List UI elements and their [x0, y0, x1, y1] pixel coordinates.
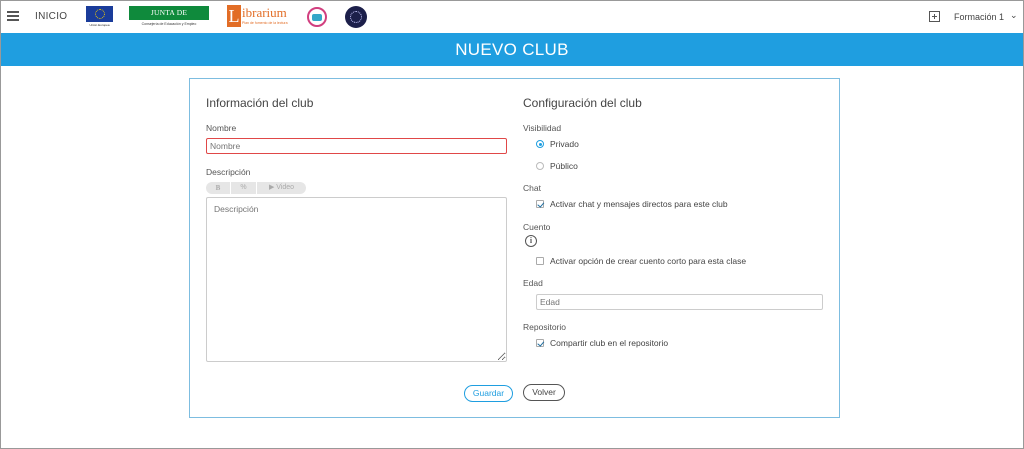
bold-icon[interactable]: B — [206, 182, 231, 194]
radio-private[interactable] — [536, 140, 544, 148]
menu-icon[interactable] — [7, 11, 19, 21]
page-title: NUEVO CLUB — [1, 33, 1023, 66]
info-icon[interactable]: i — [525, 235, 537, 247]
add-icon[interactable] — [929, 11, 940, 22]
chat-checkbox[interactable] — [536, 200, 544, 208]
video-button[interactable]: ▶ Video — [257, 182, 306, 194]
back-button[interactable]: Volver — [523, 384, 565, 401]
chevron-down-icon[interactable]: ⌄ — [1010, 10, 1018, 21]
club-info-title: Información del club — [206, 96, 314, 110]
story-checkbox[interactable] — [536, 257, 544, 265]
save-button[interactable]: Guardar — [464, 385, 513, 402]
visibility-label: Visibilidad — [523, 123, 562, 133]
radio-private-label: Privado — [550, 139, 579, 149]
partner-logo-pink — [307, 7, 327, 27]
link-icon[interactable]: % — [231, 182, 257, 194]
repository-checkbox-label: Compartir club en el repositorio — [550, 338, 669, 348]
librarium-logo[interactable]: L ibrarium Plan de fomento de la lectura — [227, 5, 289, 29]
description-label: Descripción — [206, 167, 251, 177]
chat-checkbox-label: Activar chat y mensajes directos para es… — [550, 199, 728, 209]
junta-extremadura-logo: JUNTA DE EXTREMADURA Consejería de Educa… — [129, 6, 209, 31]
story-checkbox-label: Activar opción de crear cuento corto par… — [550, 256, 747, 266]
editor-toolbar: B % ▶ Video — [206, 182, 306, 194]
radio-public[interactable] — [536, 162, 544, 170]
name-label: Nombre — [206, 123, 237, 133]
eu-logo: Unión Europea — [86, 6, 113, 27]
radio-public-label: Público — [550, 161, 578, 171]
description-textarea[interactable] — [206, 197, 507, 362]
chat-label: Chat — [523, 183, 541, 193]
home-link[interactable]: INICIO — [35, 11, 67, 22]
club-config-title: Configuración del club — [523, 96, 642, 110]
age-label: Edad — [523, 278, 543, 288]
partner-logo-dark — [345, 6, 367, 28]
repository-checkbox[interactable] — [536, 339, 544, 347]
story-label: Cuento — [523, 222, 551, 232]
user-menu[interactable]: Formación 1 — [954, 12, 1004, 22]
age-input[interactable] — [536, 294, 823, 310]
top-navbar: INICIO Unión Europea JUNTA DE EXTREMADUR… — [1, 1, 1023, 33]
repository-label: Repositorio — [523, 322, 566, 332]
name-input[interactable] — [206, 138, 507, 154]
